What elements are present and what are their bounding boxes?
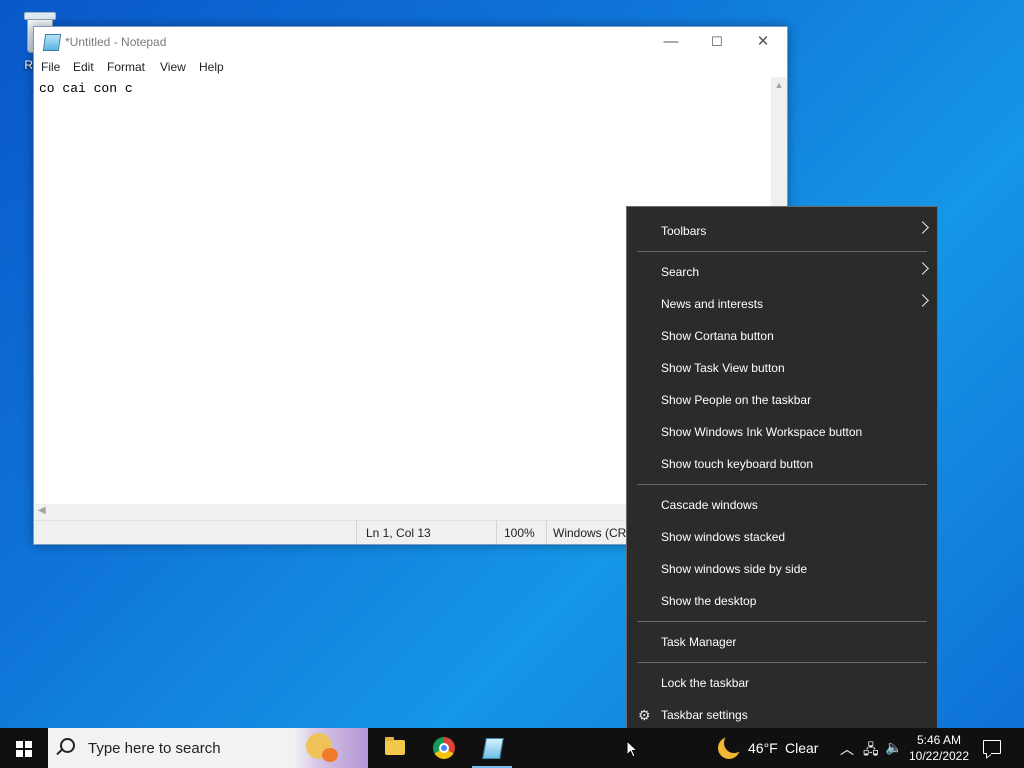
search-highlight-illustration[interactable]: [294, 728, 368, 768]
menu-separator: [637, 484, 927, 485]
chevron-right-icon: [916, 294, 929, 307]
menu-item-label: Lock the taskbar: [661, 676, 750, 690]
menu-item-show-ink-workspace[interactable]: Show Windows Ink Workspace button: [627, 416, 937, 448]
chevron-up-icon[interactable]: ︿: [840, 739, 854, 759]
menu-item-label: Show windows stacked: [661, 530, 786, 544]
menu-item-label: Toolbars: [661, 224, 707, 238]
file-explorer-taskbar-button[interactable]: [370, 728, 418, 768]
taskbar-context-menu: Toolbars Search News and interests Show …: [626, 206, 938, 738]
notepad-icon: [482, 738, 504, 759]
menu-item-label: Show Task View button: [661, 361, 785, 375]
notification-center-icon[interactable]: [983, 740, 1001, 754]
menu-item-show-windows-side-by-side[interactable]: Show windows side by side: [627, 553, 937, 585]
moon-icon: [718, 733, 744, 759]
network-icon[interactable]: 🖧: [863, 739, 879, 763]
taskbar[interactable]: Type here to search 46°F Clear ︿ 🖧 🔈 5:4…: [0, 728, 1024, 768]
search-placeholder: Type here to search: [88, 740, 221, 757]
menu-item-label: Cascade windows: [661, 498, 758, 512]
notepad-app-icon: [42, 34, 62, 51]
menu-item-show-windows-stacked[interactable]: Show windows stacked: [627, 521, 937, 553]
menu-item-lock-taskbar[interactable]: Lock the taskbar: [627, 667, 937, 699]
chrome-icon: [433, 737, 455, 759]
menu-item-task-manager[interactable]: Task Manager: [627, 626, 937, 658]
search-icon: [60, 738, 75, 753]
scroll-left-icon[interactable]: ◀: [38, 505, 46, 516]
minimize-button[interactable]: —: [648, 27, 694, 57]
zoom-level: 100%: [504, 526, 535, 540]
menu-item-search[interactable]: Search: [627, 256, 937, 288]
menu-help[interactable]: Help: [199, 60, 224, 74]
start-button[interactable]: [0, 728, 48, 768]
chrome-taskbar-button[interactable]: [420, 728, 468, 768]
weather-temperature: 46°F: [748, 740, 778, 756]
volume-icon[interactable]: 🔈: [885, 739, 902, 756]
menu-item-label: Show Windows Ink Workspace button: [661, 425, 863, 439]
menu-item-label: Show windows side by side: [661, 562, 808, 576]
clock-time: 5:46 AM: [916, 733, 962, 747]
menu-item-show-desktop[interactable]: Show the desktop: [627, 585, 937, 617]
menu-item-taskbar-settings[interactable]: ⚙ Taskbar settings: [627, 699, 937, 731]
menu-item-show-touch-keyboard[interactable]: Show touch keyboard button: [627, 448, 937, 480]
menu-bar: File Edit Format View Help: [34, 57, 787, 77]
menu-item-label: Search: [661, 265, 700, 279]
clock[interactable]: 5:46 AM 10/22/2022: [903, 732, 975, 764]
gear-icon: ⚙: [638, 707, 651, 723]
close-button[interactable]: ✕: [740, 27, 786, 57]
menu-item-label: News and interests: [661, 297, 764, 311]
chevron-right-icon: [916, 262, 929, 275]
menu-item-show-task-view-button[interactable]: Show Task View button: [627, 352, 937, 384]
chevron-right-icon: [916, 221, 929, 234]
menu-view[interactable]: View: [160, 60, 186, 74]
clock-date: 10/22/2022: [908, 749, 970, 763]
menu-file[interactable]: File: [41, 60, 60, 74]
file-explorer-icon: [385, 737, 405, 755]
menu-separator: [637, 621, 927, 622]
menu-item-label: Task Manager: [661, 635, 737, 649]
menu-item-label: Show the desktop: [661, 594, 757, 608]
menu-item-toolbars[interactable]: Toolbars: [627, 215, 937, 247]
cursor-position: Ln 1, Col 13: [366, 526, 431, 540]
scroll-up-icon[interactable]: ▲: [771, 77, 787, 90]
menu-item-show-cortana-button[interactable]: Show Cortana button: [627, 320, 937, 352]
line-ending: Windows (CRL: [553, 526, 634, 540]
menu-item-news-and-interests[interactable]: News and interests: [627, 288, 937, 320]
notepad-taskbar-button[interactable]: [468, 728, 516, 768]
menu-item-label: Show touch keyboard button: [661, 457, 814, 471]
notepad-titlebar[interactable]: *Untitled - Notepad — ☐ ✕: [34, 27, 787, 57]
menu-item-label: Show People on the taskbar: [661, 393, 812, 407]
menu-item-cascade-windows[interactable]: Cascade windows: [627, 489, 937, 521]
menu-item-show-people[interactable]: Show People on the taskbar: [627, 384, 937, 416]
windows-logo-icon: [16, 741, 32, 757]
menu-format[interactable]: Format: [107, 60, 145, 74]
maximize-button[interactable]: ☐: [694, 27, 740, 57]
menu-item-label: Show Cortana button: [661, 329, 774, 343]
menu-separator: [637, 251, 927, 252]
menu-separator: [637, 662, 927, 663]
window-title: *Untitled - Notepad: [65, 35, 167, 49]
menu-item-label: Taskbar settings: [661, 708, 748, 722]
weather-condition: Clear: [785, 740, 819, 756]
taskbar-search-box[interactable]: Type here to search: [48, 728, 368, 768]
menu-edit[interactable]: Edit: [73, 60, 94, 74]
